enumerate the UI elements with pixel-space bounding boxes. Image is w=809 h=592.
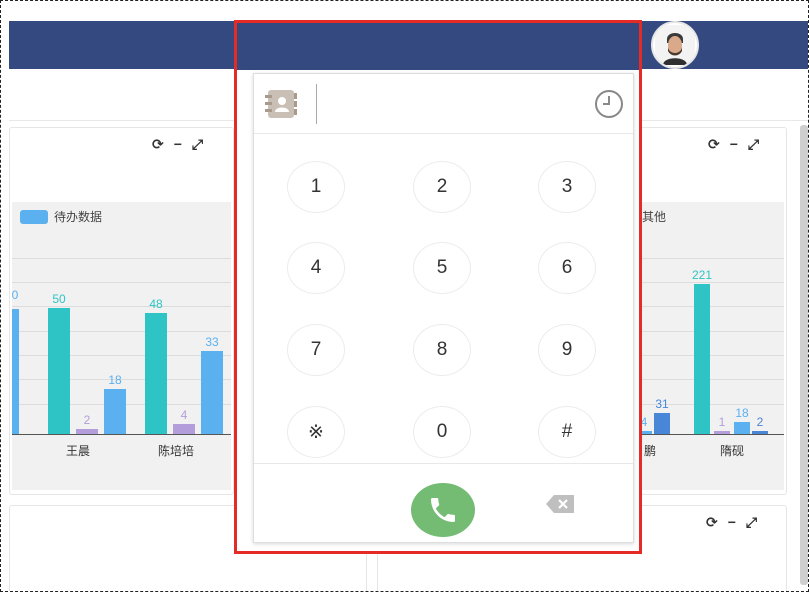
refresh-icon[interactable]: ⟳ xyxy=(706,514,718,531)
contacts-book-icon[interactable] xyxy=(264,88,300,120)
bar-value-label: 2 xyxy=(756,415,764,429)
bar-value-label: 50 xyxy=(52,292,66,306)
key-4[interactable]: 4 xyxy=(287,242,345,294)
expand-icon[interactable]: ⤢ xyxy=(192,136,203,153)
app-window: ⟳ − ⤢ 待办数据 50 48 2 4 18 33 0 王晨 陈培培 ⟳ − … xyxy=(0,0,809,592)
key-7[interactable]: 7 xyxy=(287,324,345,376)
call-icon xyxy=(431,498,455,522)
bar-value-label: 221 xyxy=(691,267,713,282)
bar xyxy=(145,313,167,434)
bar-value-label: 4 xyxy=(180,407,188,422)
avatar[interactable] xyxy=(647,21,703,69)
bar-value-label: 48 xyxy=(149,297,163,312)
bar-value-label: 0 xyxy=(11,288,19,302)
x-label-wang: 王晨 xyxy=(65,444,90,458)
dialer-header xyxy=(237,23,639,70)
backspace-icon[interactable] xyxy=(544,492,578,516)
bar xyxy=(201,350,223,434)
number-input[interactable] xyxy=(316,84,317,124)
bar xyxy=(48,308,70,434)
x-label-sui: 隋砚 xyxy=(719,444,744,458)
key-9[interactable]: 9 xyxy=(538,324,596,376)
bar xyxy=(173,423,195,434)
bar-value-label: 31 xyxy=(655,396,669,411)
dialer-popup: 1 2 3 4 5 6 7 8 9 ※ 0 # xyxy=(234,20,642,554)
bar xyxy=(694,283,710,434)
refresh-icon[interactable]: ⟳ xyxy=(152,136,164,153)
key-1[interactable]: 1 xyxy=(287,161,345,213)
bar-value-label: 2 xyxy=(83,412,91,427)
minimize-icon[interactable]: − xyxy=(730,136,738,153)
chart-panel-right: ⟳ − ⤢ 其他 221 1 4 18 31 2 鹏 隋砚 xyxy=(633,127,787,495)
key-2[interactable]: 2 xyxy=(413,161,471,213)
bar xyxy=(104,388,126,434)
scrollbar[interactable] xyxy=(800,125,808,585)
bar-value-label: 33 xyxy=(205,334,219,349)
number-input-row xyxy=(254,74,633,134)
bar-chart: 其他 221 1 4 18 31 2 鹏 隋砚 xyxy=(636,202,784,490)
bar xyxy=(12,309,19,434)
expand-icon[interactable]: ⤢ xyxy=(748,136,759,153)
minimize-icon[interactable]: − xyxy=(728,514,736,531)
call-button[interactable] xyxy=(411,483,475,537)
chart-panel-left: ⟳ − ⤢ 待办数据 50 48 2 4 18 33 0 王晨 陈培培 xyxy=(9,127,234,495)
clock-icon[interactable] xyxy=(593,88,625,120)
bar-chart: 待办数据 50 48 2 4 18 33 0 王晨 陈培培 xyxy=(12,202,231,490)
key-3[interactable]: 3 xyxy=(538,161,596,213)
bar-value-label: 18 xyxy=(108,372,122,387)
key-0[interactable]: 0 xyxy=(413,406,471,458)
x-label-chen: 陈培培 xyxy=(157,444,194,458)
key-5[interactable]: 5 xyxy=(413,242,471,294)
key-6[interactable]: 6 xyxy=(538,242,596,294)
key-8[interactable]: 8 xyxy=(413,324,471,376)
expand-icon[interactable]: ⤢ xyxy=(746,514,757,531)
refresh-icon[interactable]: ⟳ xyxy=(708,136,720,153)
key-hash[interactable]: # xyxy=(538,406,596,458)
bar xyxy=(654,412,670,434)
minimize-icon[interactable]: − xyxy=(174,136,182,153)
keypad: 1 2 3 4 5 6 7 8 9 ※ 0 # xyxy=(254,134,633,464)
dialpad-card: 1 2 3 4 5 6 7 8 9 ※ 0 # xyxy=(253,73,634,543)
key-star[interactable]: ※ xyxy=(287,406,345,458)
